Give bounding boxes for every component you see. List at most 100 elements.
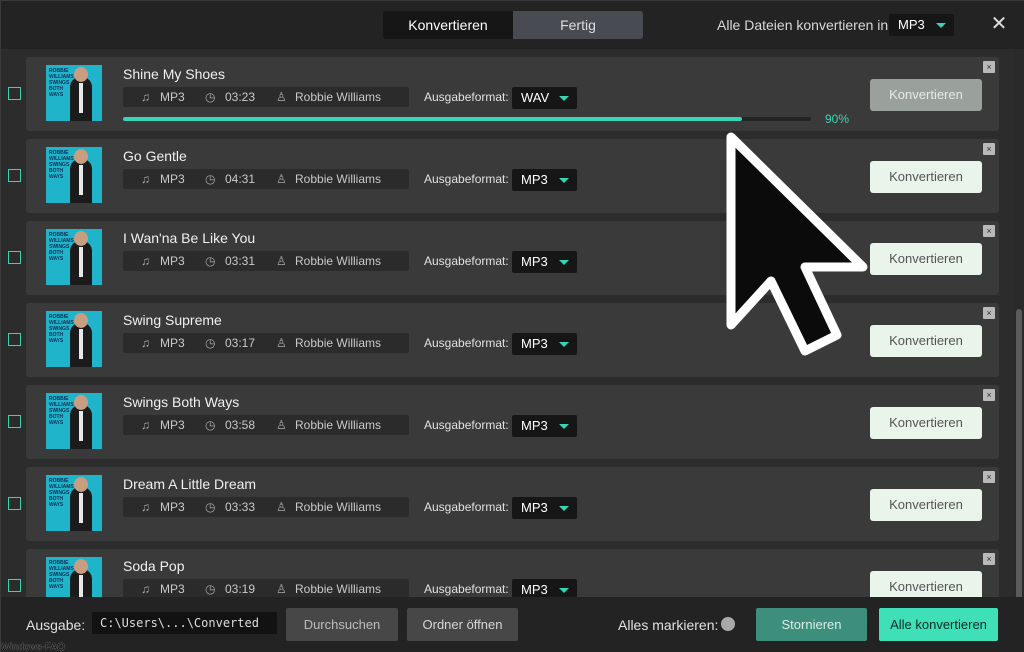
track-checkbox[interactable]	[8, 251, 21, 264]
track-meta: ♫ MP3 ◷ 03:23 ♙ Robbie Williams	[123, 87, 409, 107]
browse-button[interactable]: Durchsuchen	[286, 608, 398, 641]
track-row: ROBBIE WILLIAMS SWINGS BOTH WAYS Dream A…	[1, 467, 1013, 549]
music-note-icon: ♫	[141, 90, 150, 104]
tab-konvertieren[interactable]: Konvertieren	[383, 11, 513, 39]
open-folder-button[interactable]: Ordner öffnen	[407, 608, 518, 641]
track-artist: Robbie Williams	[295, 172, 382, 186]
output-format-label: Ausgabeformat:	[424, 418, 509, 432]
track-checkbox[interactable]	[8, 497, 21, 510]
output-format-label: Ausgabeformat:	[424, 172, 509, 186]
track-checkbox[interactable]	[8, 579, 21, 592]
scrollbar[interactable]	[1013, 49, 1024, 599]
track-artist: Robbie Williams	[295, 336, 382, 350]
tab-group: Konvertieren Fertig	[383, 11, 643, 39]
track-duration: 03:31	[225, 254, 256, 268]
convert-button[interactable]: Konvertieren	[870, 161, 982, 193]
remove-icon[interactable]: ×	[983, 61, 995, 73]
output-format-dropdown[interactable]: MP3	[512, 169, 577, 191]
mark-all-toggle[interactable]	[721, 617, 735, 631]
progress-percent: 90%	[825, 112, 850, 126]
track-checkbox[interactable]	[8, 169, 21, 182]
track-artist: Robbie Williams	[295, 254, 382, 268]
convert-button[interactable]: Konvertieren	[870, 243, 982, 275]
track-duration: 04:31	[225, 172, 256, 186]
cancel-button[interactable]: Stornieren	[756, 608, 867, 641]
track-meta: ♫ MP3 ◷ 03:19 ♙ Robbie Williams	[123, 579, 409, 597]
track-card: ROBBIE WILLIAMS SWINGS BOTH WAYS Soda Po…	[26, 549, 999, 597]
bottom-bar: Ausgabe: C:\Users\...\Converted Durchsuc…	[1, 597, 1024, 652]
person-icon: ♙	[276, 90, 287, 104]
track-type: MP3	[160, 172, 185, 186]
output-label: Ausgabe:	[26, 617, 86, 633]
caret-down-icon	[936, 23, 946, 28]
output-format-dropdown[interactable]: MP3	[512, 497, 577, 519]
track-artist: Robbie Williams	[295, 90, 382, 104]
caret-down-icon	[559, 260, 569, 265]
progress-fill	[123, 117, 743, 121]
top-bar: Konvertieren Fertig Alle Dateien konvert…	[1, 1, 1024, 49]
track-title: Dream A Little Dream	[123, 476, 257, 492]
remove-icon[interactable]: ×	[983, 471, 995, 483]
track-meta: ♫ MP3 ◷ 03:31 ♙ Robbie Williams	[123, 251, 409, 271]
output-format-value: MP3	[521, 418, 548, 433]
output-path-field[interactable]: C:\Users\...\Converted	[92, 612, 277, 634]
track-type: MP3	[160, 418, 185, 432]
track-checkbox[interactable]	[8, 415, 21, 428]
track-artist: Robbie Williams	[295, 582, 382, 596]
track-title: I Wan'na Be Like You	[123, 230, 256, 246]
output-format-value: WAV	[521, 90, 550, 105]
clock-icon: ◷	[205, 418, 216, 432]
caret-down-icon	[559, 178, 569, 183]
tab-fertig[interactable]: Fertig	[513, 11, 643, 39]
clock-icon: ◷	[205, 172, 216, 186]
remove-icon[interactable]: ×	[983, 307, 995, 319]
remove-icon[interactable]: ×	[983, 143, 995, 155]
person-icon: ♙	[276, 172, 287, 186]
clock-icon: ◷	[205, 90, 216, 104]
mark-all-label: Alles markieren:	[618, 617, 719, 633]
close-icon[interactable]: ✕	[988, 13, 1010, 35]
mouse-pointer-icon	[726, 132, 868, 356]
track-type: MP3	[160, 500, 185, 514]
track-title: Shine My Shoes	[123, 66, 225, 82]
clock-icon: ◷	[205, 582, 216, 596]
track-checkbox[interactable]	[8, 87, 21, 100]
output-format-dropdown[interactable]: MP3	[512, 251, 577, 273]
convert-button[interactable]: Konvertieren	[870, 489, 982, 521]
output-format-dropdown[interactable]: MP3	[512, 415, 577, 437]
output-format-dropdown[interactable]: MP3	[512, 333, 577, 355]
scrollbar-thumb[interactable]	[1016, 309, 1022, 599]
output-format-dropdown[interactable]: WAV	[512, 87, 577, 109]
caret-down-icon	[559, 588, 569, 593]
track-duration: 03:58	[225, 418, 256, 432]
convert-all-button[interactable]: Alle konvertieren	[879, 608, 998, 641]
output-format-label: Ausgabeformat:	[424, 90, 509, 104]
output-format-label: Ausgabeformat:	[424, 500, 509, 514]
music-note-icon: ♫	[141, 582, 150, 596]
track-meta: ♫ MP3 ◷ 04:31 ♙ Robbie Williams	[123, 169, 409, 189]
convert-all-format-dropdown[interactable]: MP3	[889, 14, 954, 36]
convert-button[interactable]: Konvertieren	[870, 325, 982, 357]
track-artist: Robbie Williams	[295, 418, 382, 432]
music-note-icon: ♫	[141, 172, 150, 186]
remove-icon[interactable]: ×	[983, 553, 995, 565]
album-cover: ROBBIE WILLIAMS SWINGS BOTH WAYS	[46, 65, 102, 121]
convert-button[interactable]: Konvertieren	[870, 571, 982, 597]
person-icon: ♙	[276, 336, 287, 350]
convert-button[interactable]: Konvertieren	[870, 407, 982, 439]
caret-down-icon	[559, 506, 569, 511]
output-format-value: MP3	[521, 336, 548, 351]
output-format-value: MP3	[521, 254, 548, 269]
track-card: ROBBIE WILLIAMS SWINGS BOTH WAYS Dream A…	[26, 467, 999, 541]
remove-icon[interactable]: ×	[983, 389, 995, 401]
music-note-icon: ♫	[141, 336, 150, 350]
track-row: ROBBIE WILLIAMS SWINGS BOTH WAYS Shine M…	[1, 57, 1013, 139]
output-format-value: MP3	[521, 500, 548, 515]
person-icon: ♙	[276, 254, 287, 268]
remove-icon[interactable]: ×	[983, 225, 995, 237]
track-checkbox[interactable]	[8, 333, 21, 346]
output-format-dropdown[interactable]: MP3	[512, 579, 577, 597]
convert-button[interactable]: Konvertieren	[870, 79, 982, 111]
track-type: MP3	[160, 336, 185, 350]
person-icon: ♙	[276, 500, 287, 514]
